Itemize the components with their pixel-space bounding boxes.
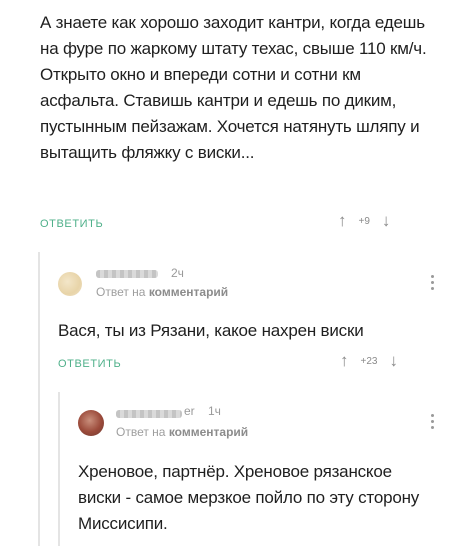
up-arrow-icon[interactable]: ↑ xyxy=(338,211,347,231)
up-arrow-icon[interactable]: ↑ xyxy=(340,351,349,371)
comment-actions: ОТВЕТИТЬ xyxy=(40,213,103,235)
author-name[interactable] xyxy=(96,270,158,278)
comment-actions: ОТВЕТИТЬ xyxy=(58,353,121,375)
down-arrow-icon[interactable]: ↓ xyxy=(382,211,391,231)
author-name-fragment: er xyxy=(184,404,195,418)
comment-text: Хреновое, партнёр. Хреновое рязанское ви… xyxy=(78,462,420,533)
reply-button[interactable]: ОТВЕТИТЬ xyxy=(40,218,103,230)
vote-controls: ↑ +9 ↓ xyxy=(338,211,390,231)
comment-text: А знаете как хорошо заходит кантри, когд… xyxy=(40,13,427,162)
thread-line xyxy=(38,252,40,546)
reply-to-prefix: Ответ на xyxy=(96,285,146,299)
score: +9 xyxy=(358,215,370,227)
comment-text: Вася, ты из Рязани, какое нахрен виски xyxy=(58,321,364,340)
reply-to-link[interactable]: Ответ на комментарий xyxy=(116,425,248,439)
vertical-dots-icon[interactable] xyxy=(431,414,435,429)
down-arrow-icon[interactable]: ↓ xyxy=(389,351,398,371)
vote-controls: ↑ +23 ↓ xyxy=(340,351,398,371)
reply-to-target: комментарий xyxy=(148,285,229,299)
reply-button[interactable]: ОТВЕТИТЬ xyxy=(58,358,121,370)
vertical-dots-icon[interactable] xyxy=(431,275,435,290)
comment-time: 2ч xyxy=(171,266,184,280)
author-name[interactable] xyxy=(116,410,182,418)
thread-line xyxy=(58,392,60,546)
score: +23 xyxy=(360,355,378,367)
reply-to-prefix: Ответ на xyxy=(116,425,166,439)
avatar[interactable] xyxy=(58,272,82,296)
reply-to-link[interactable]: Ответ на комментарий xyxy=(96,285,228,299)
avatar[interactable] xyxy=(78,410,104,436)
comment-time: 1ч xyxy=(208,404,221,418)
reply-to-target: комментарий xyxy=(168,425,249,439)
